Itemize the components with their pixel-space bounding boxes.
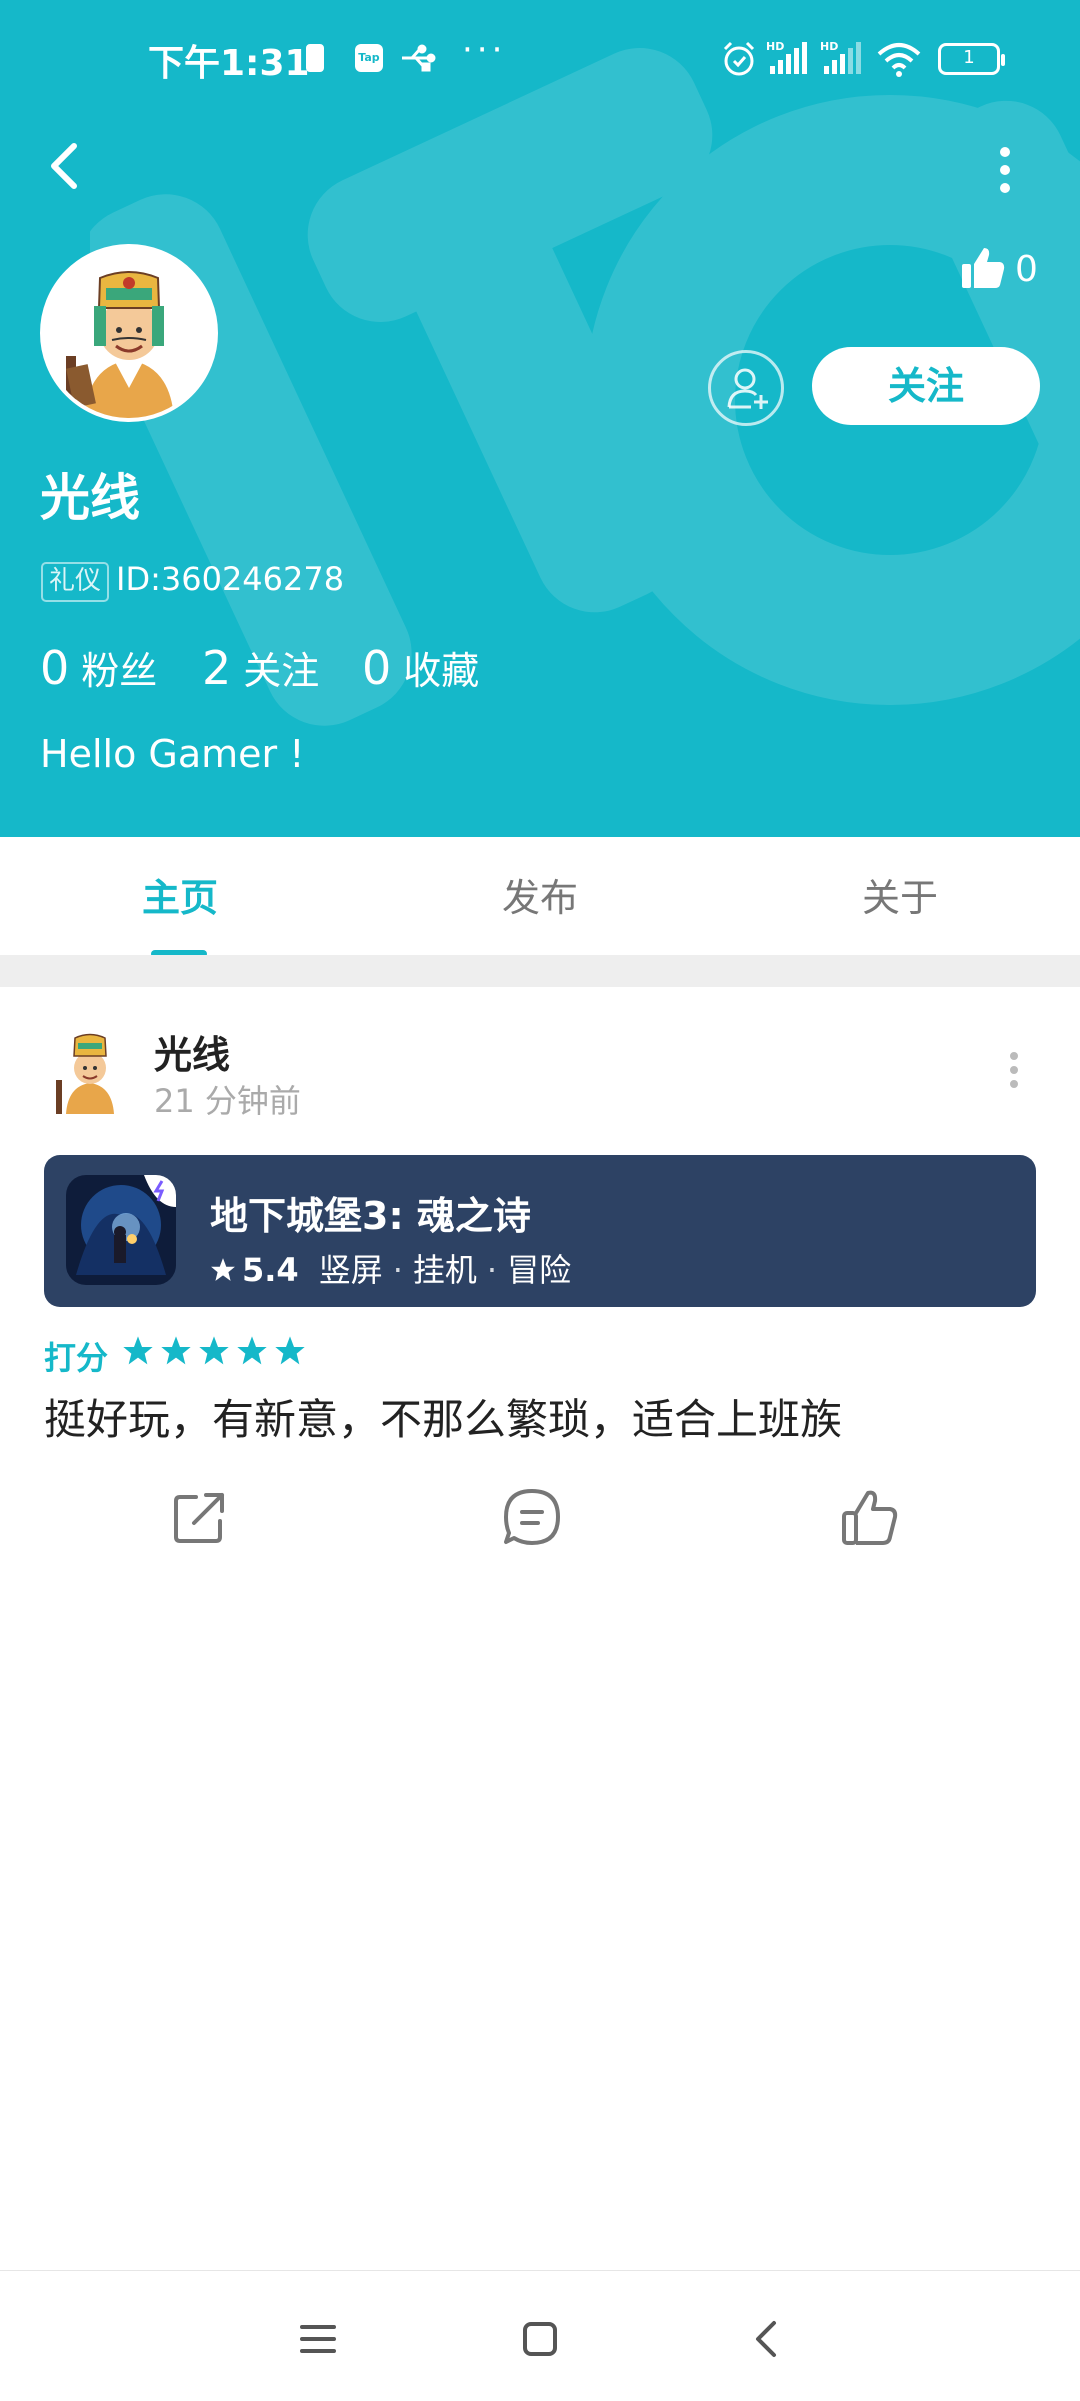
tap-watermark: [90, 48, 1080, 760]
rating-star-icon: [237, 1336, 267, 1365]
review-text: 挺好玩，有新意，不那么繁琐，适合上班族: [44, 1395, 843, 1444]
tap-app-icon: Tap: [355, 44, 383, 72]
tab-posts[interactable]: 发布: [460, 867, 620, 922]
stat-following[interactable]: 2 关注: [202, 640, 319, 695]
rating-star-icon: [123, 1336, 153, 1365]
section-divider: [0, 955, 1080, 987]
stat-following-count: 2: [202, 641, 232, 695]
back-arrow-icon[interactable]: [40, 136, 90, 196]
user-badge[interactable]: 礼仪: [41, 562, 110, 602]
nav-back-icon[interactable]: [738, 2309, 798, 2369]
more-notifications-icon: ···: [462, 30, 507, 70]
stat-favorites[interactable]: 0 收藏: [362, 640, 479, 695]
game-icon-art: [66, 1175, 176, 1285]
tab-home[interactable]: 主页: [100, 867, 260, 922]
svg-text:HD: HD: [766, 40, 784, 53]
signal-hd-icon-2: HD: [820, 40, 861, 74]
comment-icon[interactable]: [500, 1485, 564, 1549]
follow-button[interactable]: 关注: [812, 347, 1040, 425]
stat-fans[interactable]: 0 粉丝: [40, 640, 157, 695]
tab-about[interactable]: 关于: [820, 867, 980, 922]
stat-favorites-count: 0: [362, 641, 392, 695]
stat-fans-label: 粉丝: [81, 649, 158, 693]
usb-icon: [402, 44, 436, 72]
signal-hd-icon-1: HD: [766, 40, 807, 74]
status-bar: 下午1:31 Tap ··· HD HD 1: [0, 0, 1080, 120]
battery-indicator: 1: [938, 43, 1005, 75]
rating-stars: [122, 1335, 312, 1371]
stat-fans-count: 0: [40, 641, 70, 695]
game-title: 地下城堡3: 魂之诗: [210, 1194, 531, 1238]
stat-following-label: 关注: [243, 649, 320, 693]
profile-tabs: 主页 发布 关于: [0, 837, 1080, 955]
post-author-avatar[interactable]: [52, 1028, 128, 1114]
rating-star-icon: [275, 1336, 305, 1365]
game-score: 5.4: [242, 1251, 299, 1289]
likes-count: 0: [1015, 249, 1038, 290]
game-tag: 挂机: [412, 1251, 477, 1289]
post-author-name[interactable]: 光线: [154, 1024, 230, 1079]
share-icon[interactable]: [168, 1485, 232, 1549]
menu-icon[interactable]: [288, 2309, 348, 2369]
home-square-icon[interactable]: [510, 2309, 570, 2369]
system-nav-bar: [0, 2270, 1080, 2401]
avatar-illustration: [44, 248, 214, 418]
battery-saver-icon: [306, 44, 324, 72]
thumbs-up-icon: [962, 248, 1005, 288]
post-more-icon[interactable]: [1002, 1050, 1026, 1090]
game-tag: 竖屏: [318, 1251, 383, 1289]
add-friend-icon: [727, 368, 768, 409]
profile-header: 下午1:31 Tap ··· HD HD 1 0 关注 光线 礼仪 ID:360…: [0, 0, 1080, 837]
thumbs-up-outline-icon[interactable]: [838, 1485, 902, 1549]
alarm-icon: [723, 41, 755, 76]
tag-separator: ·: [392, 1251, 403, 1289]
game-icon: [66, 1175, 176, 1285]
rating-label: 打分: [44, 1339, 109, 1377]
rating-star-icon: [161, 1336, 191, 1365]
add-friend-button[interactable]: [708, 350, 784, 426]
game-meta: 5.4 竖屏 · 挂机 · 冒险: [210, 1245, 571, 1291]
user-id: ID:360246278: [116, 560, 345, 598]
svg-text:HD: HD: [820, 40, 838, 53]
more-vertical-icon[interactable]: [990, 140, 1020, 200]
user-avatar[interactable]: [40, 244, 218, 422]
rating-star-icon: [199, 1336, 229, 1365]
game-tag: 冒险: [507, 1251, 572, 1289]
post-timestamp: 21 分钟前: [154, 1082, 301, 1120]
tag-separator: ·: [486, 1251, 498, 1289]
wifi-icon: [877, 43, 921, 77]
game-card[interactable]: 地下城堡3: 魂之诗 5.4 竖屏 · 挂机 · 冒险: [44, 1155, 1036, 1307]
star-icon: [211, 1258, 235, 1281]
stat-favorites-label: 收藏: [403, 649, 480, 693]
profile-bio: Hello Gamer !: [40, 732, 305, 776]
profile-username: 光线: [40, 469, 140, 527]
status-time: 下午1:31: [148, 43, 310, 84]
